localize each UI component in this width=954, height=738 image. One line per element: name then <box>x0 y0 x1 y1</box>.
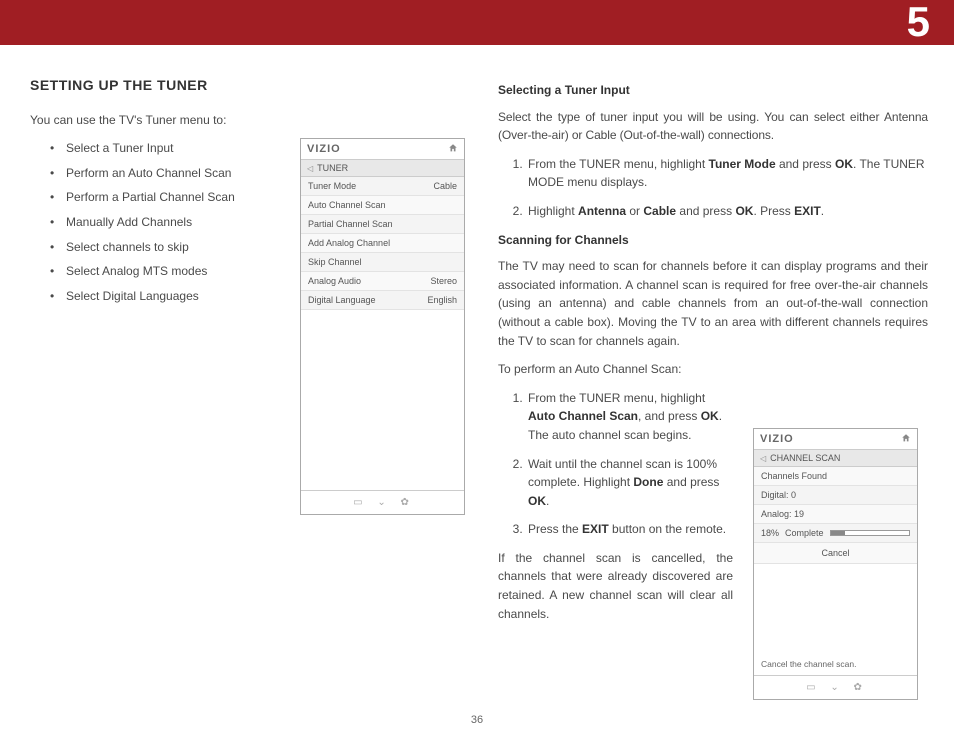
row-analog-count: Analog: 19 <box>754 505 917 524</box>
menu-row-skip-channel[interactable]: Skip Channel <box>301 253 464 272</box>
paragraph: The TV may need to scan for channels bef… <box>498 257 928 350</box>
chapter-number: 5 <box>907 0 930 46</box>
menu-row-add-analog[interactable]: Add Analog Channel <box>301 234 464 253</box>
steps-list: From the TUNER menu, highlight Auto Chan… <box>498 389 733 539</box>
wide-icon[interactable]: ▭ <box>806 682 818 693</box>
menu-row-digital-lang[interactable]: Digital LanguageEnglish <box>301 291 464 310</box>
step-item: From the TUNER menu, highlight Tuner Mod… <box>526 155 928 192</box>
settings-icon[interactable]: ✿ <box>854 682 865 693</box>
menu-row-tuner-mode[interactable]: Tuner ModeCable <box>301 177 464 196</box>
home-icon[interactable] <box>901 433 911 445</box>
step-item: From the TUNER menu, highlight Auto Chan… <box>526 389 733 445</box>
osd-breadcrumb[interactable]: ◁ TUNER <box>301 160 464 177</box>
osd-blank-area <box>301 310 464 490</box>
osd-footer-icons: ▭ ⌄ ✿ <box>754 675 917 699</box>
subheading: Scanning for Channels <box>498 231 928 250</box>
home-icon[interactable] <box>448 143 458 155</box>
osd-header: VIZIO <box>754 429 917 450</box>
back-arrow-icon: ◁ <box>760 454 766 463</box>
row-channels-found: Channels Found <box>754 467 917 486</box>
page-number: 36 <box>0 714 954 726</box>
help-text: Cancel the channel scan. <box>754 649 917 675</box>
steps-column: From the TUNER menu, highlight Auto Chan… <box>498 389 733 634</box>
osd-tuner-menu: VIZIO ◁ TUNER Tuner ModeCable Auto Chann… <box>300 138 465 515</box>
osd-blank-area <box>754 564 917 649</box>
intro-text: You can use the TV's Tuner menu to: <box>30 111 460 130</box>
progress-bar <box>830 530 910 536</box>
vizio-logo: VIZIO <box>307 143 341 155</box>
section-title: SETTING UP THE TUNER <box>30 75 460 97</box>
step-item: Wait until the channel scan is 100% comp… <box>526 455 733 511</box>
back-arrow-icon: ◁ <box>307 164 313 173</box>
settings-icon[interactable]: ✿ <box>401 497 412 508</box>
chapter-header: 5 <box>0 0 954 45</box>
progress-fill <box>831 531 845 535</box>
osd-channel-scan: VIZIO ◁ CHANNEL SCAN Channels Found Digi… <box>753 428 918 700</box>
menu-row-partial-scan[interactable]: Partial Channel Scan <box>301 215 464 234</box>
osd-footer-icons: ▭ ⌄ ✿ <box>301 490 464 514</box>
subheading: Selecting a Tuner Input <box>498 81 928 100</box>
paragraph: If the channel scan is cancelled, the ch… <box>498 549 733 623</box>
menu-row-auto-scan[interactable]: Auto Channel Scan <box>301 196 464 215</box>
breadcrumb-label: TUNER <box>317 163 348 173</box>
menu-row-analog-audio[interactable]: Analog AudioStereo <box>301 272 464 291</box>
osd-breadcrumb[interactable]: ◁ CHANNEL SCAN <box>754 450 917 467</box>
steps-list: From the TUNER menu, highlight Tuner Mod… <box>498 155 928 221</box>
cancel-button[interactable]: Cancel <box>754 543 917 564</box>
progress-label: Complete <box>785 528 824 538</box>
wide-icon[interactable]: ▭ <box>353 497 365 508</box>
osd-header: VIZIO <box>301 139 464 160</box>
vizio-logo: VIZIO <box>760 433 794 445</box>
row-digital-count: Digital: 0 <box>754 486 917 505</box>
breadcrumb-label: CHANNEL SCAN <box>770 453 840 463</box>
progress-percent: 18% <box>761 528 779 538</box>
down-icon[interactable]: ⌄ <box>377 497 388 508</box>
step-item: Press the EXIT button on the remote. <box>526 520 733 539</box>
paragraph: Select the type of tuner input you will … <box>498 108 928 145</box>
down-icon[interactable]: ⌄ <box>830 682 841 693</box>
step-item: Highlight Antenna or Cable and press OK.… <box>526 202 928 221</box>
paragraph: To perform an Auto Channel Scan: <box>498 360 928 379</box>
row-progress: 18% Complete <box>754 524 917 543</box>
